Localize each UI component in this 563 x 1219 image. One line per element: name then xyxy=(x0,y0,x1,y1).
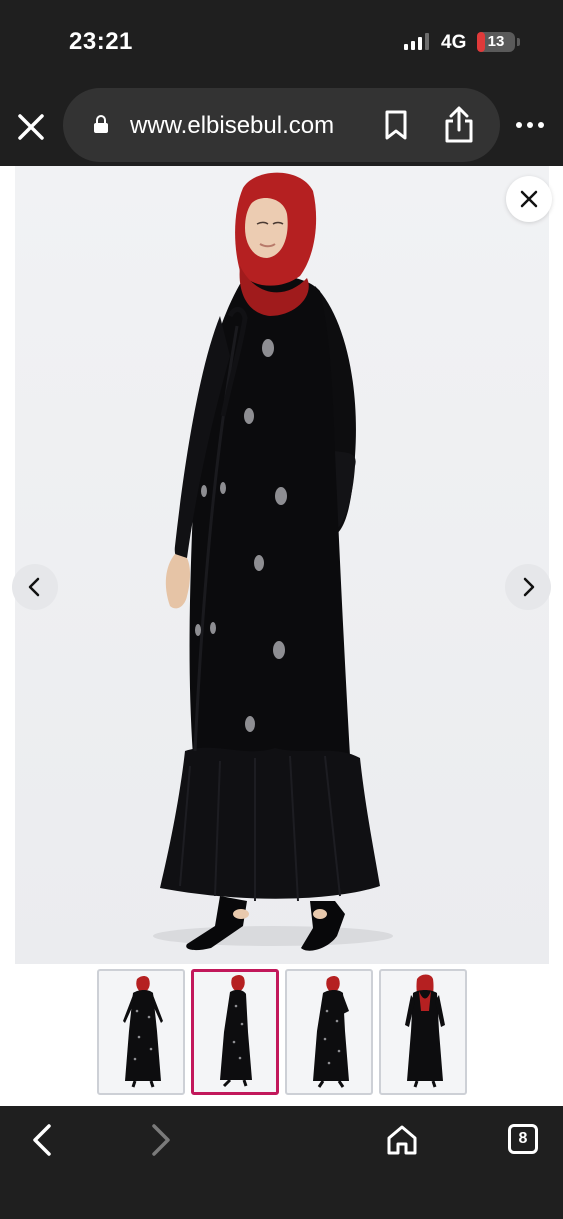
battery-icon: 13 xyxy=(477,32,515,52)
signal-icon xyxy=(404,33,432,50)
battery-level: 13 xyxy=(487,33,505,50)
thumbnail-front-view[interactable] xyxy=(97,969,185,1095)
tab-count: 8 xyxy=(518,1130,528,1147)
thumbnail-strip xyxy=(0,969,563,1097)
back-icon[interactable] xyxy=(27,1122,57,1158)
thumbnail-three-quarter-view[interactable] xyxy=(285,969,373,1095)
browser-toolbar: 8 xyxy=(0,1106,563,1219)
previous-image-button[interactable] xyxy=(12,564,58,610)
more-icon[interactable] xyxy=(516,122,546,130)
close-icon[interactable] xyxy=(16,112,46,142)
status-time: 23:21 xyxy=(69,28,133,55)
lock-icon xyxy=(93,114,109,134)
thumbnail-back-view[interactable] xyxy=(379,969,467,1095)
chevron-right-icon xyxy=(523,577,535,597)
url-field[interactable]: www.elbisebul.com xyxy=(63,88,500,162)
thumbnail-side-view[interactable] xyxy=(191,969,279,1095)
tabs-icon[interactable]: 8 xyxy=(508,1124,538,1154)
battery-tip xyxy=(517,38,520,46)
product-photo[interactable] xyxy=(15,166,549,964)
status-bar: 23:21 4G 13 xyxy=(0,0,563,86)
home-icon[interactable] xyxy=(385,1123,419,1157)
close-gallery-button[interactable] xyxy=(506,176,552,222)
browser-address-bar: www.elbisebul.com xyxy=(0,86,563,166)
product-gallery xyxy=(0,166,563,1106)
next-image-button[interactable] xyxy=(505,564,551,610)
url-text: www.elbisebul.com xyxy=(130,112,335,139)
network-type: 4G xyxy=(441,32,467,53)
chevron-left-icon xyxy=(28,577,40,597)
forward-icon[interactable] xyxy=(146,1122,176,1158)
share-icon[interactable] xyxy=(443,106,475,144)
bookmark-icon[interactable] xyxy=(383,110,409,140)
